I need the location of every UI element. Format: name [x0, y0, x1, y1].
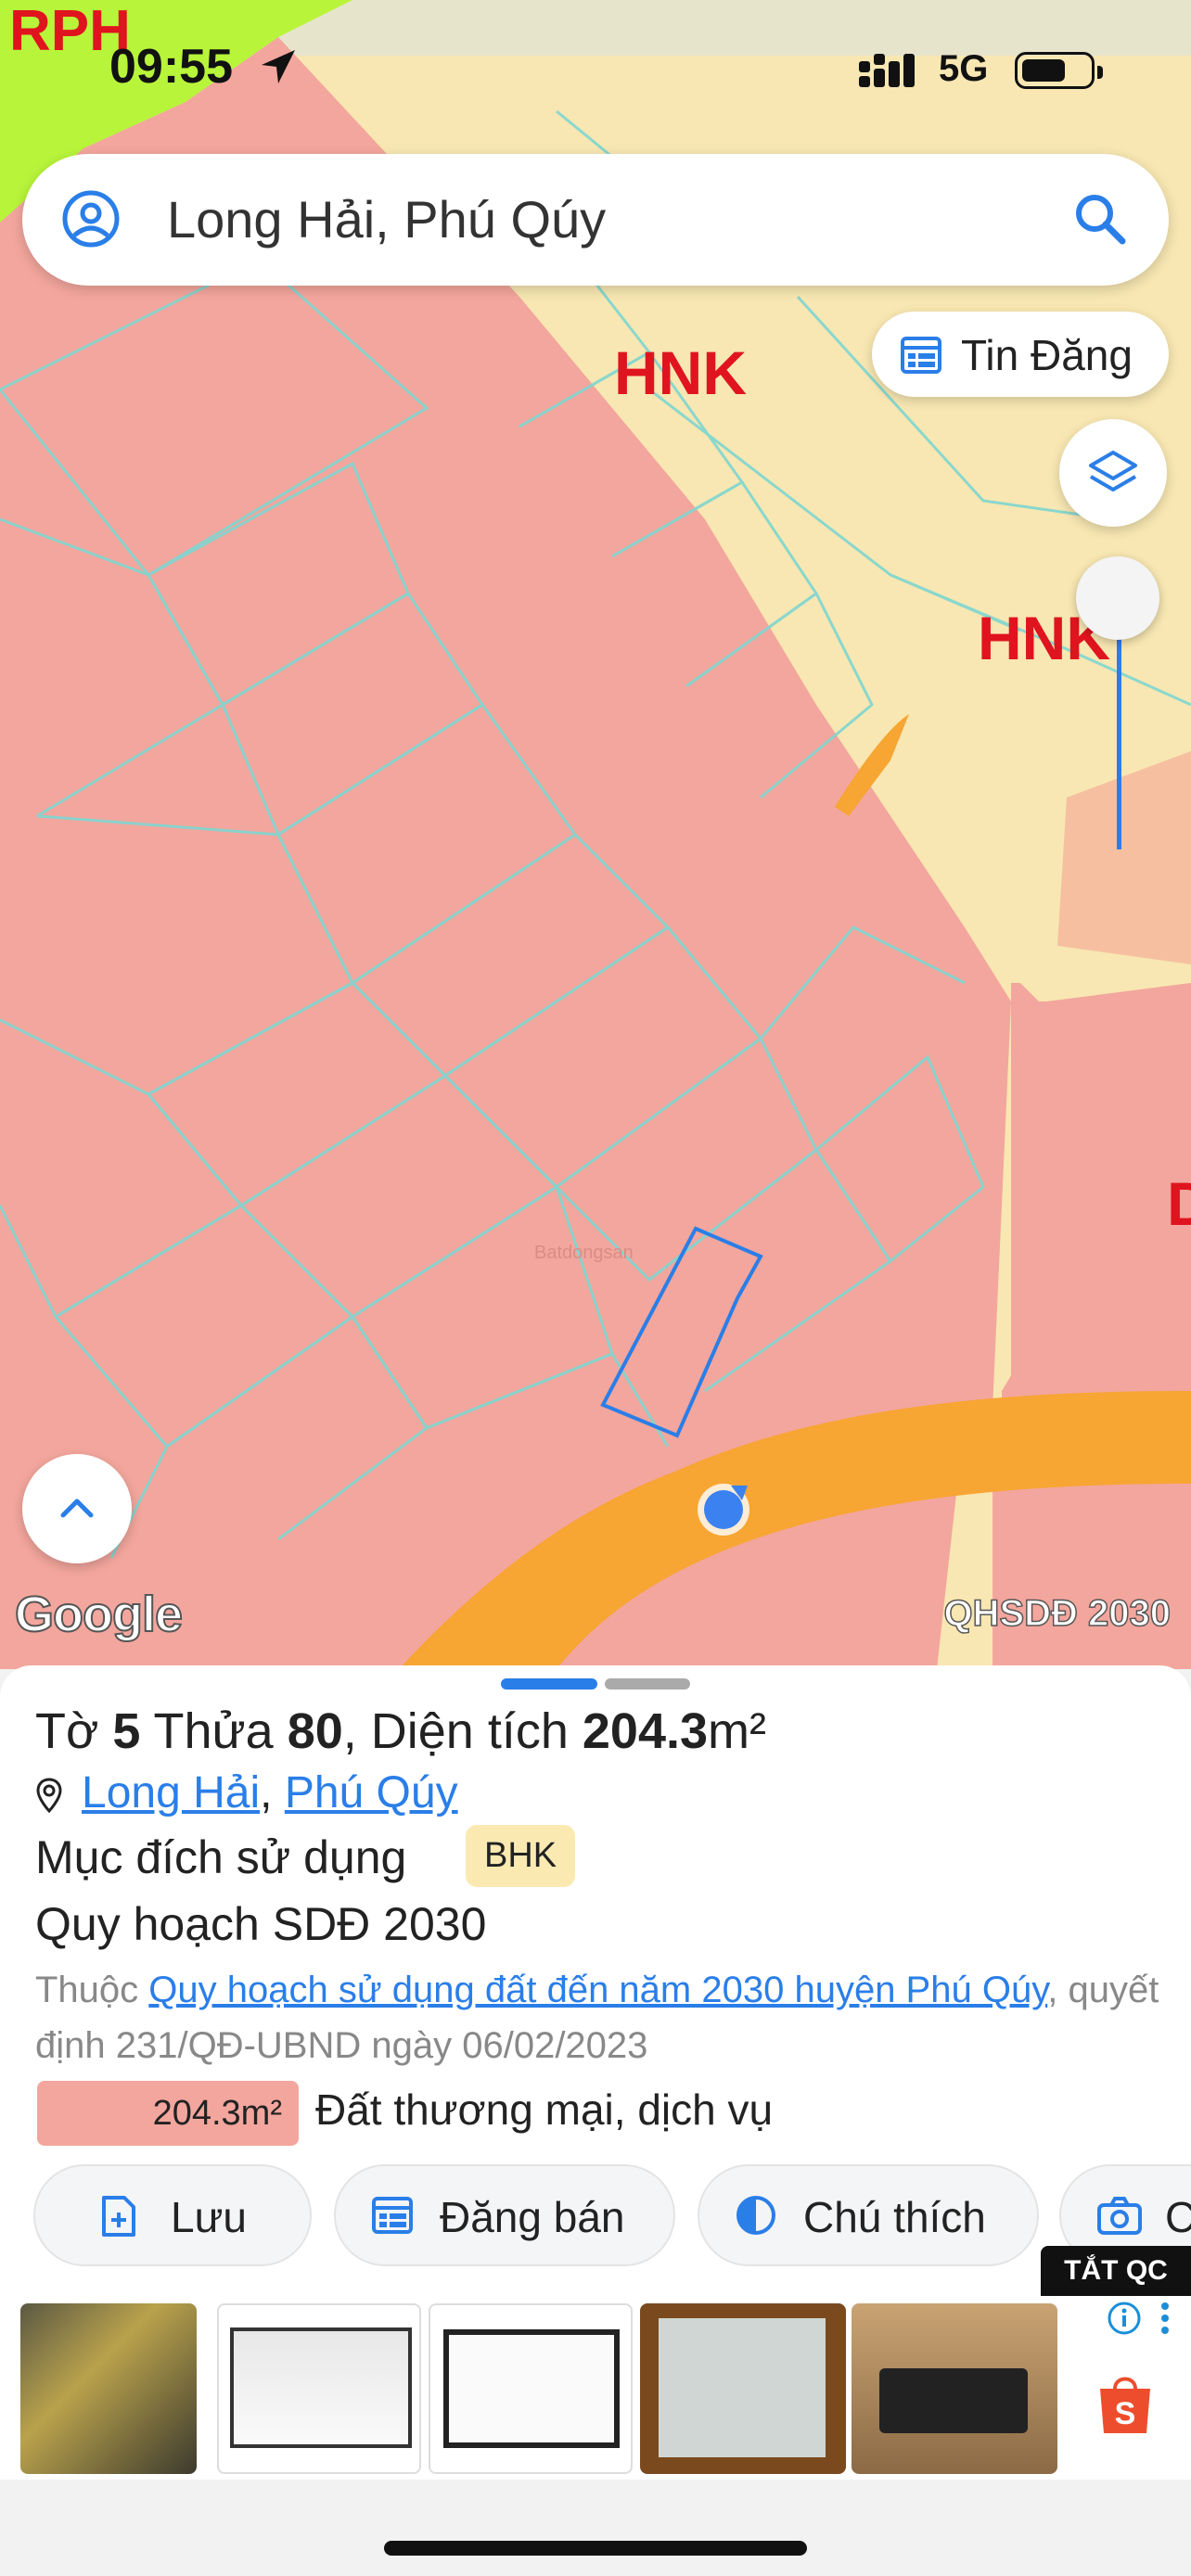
legend-label: Chú thích — [803, 2193, 986, 2241]
listings-button[interactable]: Tin Đăng — [872, 312, 1169, 397]
land-use-description: Đất thương mại, dịch vụ — [315, 2085, 774, 2134]
page-indicator-active[interactable] — [501, 1678, 597, 1690]
plan-description: Thuộc Quy hoạch sử dụng đất đến năm 2030… — [35, 1962, 1167, 2073]
info-icon[interactable] — [1106, 2300, 1143, 2337]
map-pin-icon — [36, 1778, 62, 1814]
layers-icon — [1089, 451, 1137, 491]
save-button[interactable]: Lưu — [33, 2164, 312, 2266]
save-label: Lưu — [171, 2193, 247, 2241]
ad-thumbnail[interactable] — [429, 2303, 633, 2474]
ad-thumbnail[interactable] — [217, 2303, 421, 2474]
opacity-slider-handle[interactable] — [1076, 556, 1159, 640]
area-label: , Diện tích — [342, 1703, 583, 1759]
ad-thumbnail[interactable] — [640, 2303, 846, 2474]
google-logo: Google — [14, 1586, 184, 1643]
action-row: Lưu Đăng bán Chú thích C — [0, 2164, 1191, 2268]
watermark: Batdongsan — [534, 1243, 634, 1263]
purpose-label: Mục đích sử dụng — [35, 1831, 407, 1883]
listings-label: Tin Đăng — [961, 331, 1133, 379]
location-line: Long Hải, Phú Qúy — [35, 1767, 458, 1818]
parcel-number: 80 — [287, 1703, 343, 1759]
area-value: 204.3 — [582, 1703, 709, 1759]
half-circle-icon — [736, 2196, 775, 2235]
expand-button[interactable] — [22, 1454, 132, 1563]
area-unit: m² — [708, 1703, 766, 1759]
ad-thumbnail[interactable] — [852, 2303, 1057, 2474]
battery-icon — [1015, 52, 1103, 89]
ward-link[interactable]: Long Hải — [82, 1768, 260, 1817]
signal-icon — [859, 54, 915, 87]
legend-button[interactable]: Chú thích — [698, 2164, 1039, 2266]
post-sale-label: Đăng bán — [440, 2193, 625, 2241]
purpose-badge: BHK — [466, 1825, 576, 1887]
user-icon[interactable] — [61, 189, 121, 249]
status-bar: 09:55 5G — [0, 0, 1191, 139]
ad-thumbnail[interactable] — [20, 2303, 197, 2474]
title-mid: Thửa — [140, 1703, 288, 1759]
chevron-up-icon — [60, 1498, 94, 1518]
overlay-label: QHSDĐ 2030 — [943, 1592, 1172, 1635]
swatch-area: 204.3m² — [152, 2094, 282, 2133]
search-icon[interactable] — [1070, 189, 1130, 249]
hide-ads-button[interactable]: TẮT QC — [1041, 2246, 1191, 2296]
zone-label-partial: D — [1167, 1169, 1191, 1238]
legend-swatch: 204.3m² — [37, 2081, 299, 2146]
network-type: 5G — [939, 48, 989, 89]
more-icon[interactable] — [1156, 2300, 1174, 2337]
home-indicator[interactable] — [384, 2541, 807, 2556]
location-arrow-icon — [262, 50, 295, 83]
desc-prefix: Thuộc — [35, 1970, 149, 2010]
svg-text:S: S — [1115, 2396, 1136, 2431]
shopee-icon[interactable]: S — [1095, 2370, 1156, 2437]
title-prefix: Tờ — [35, 1703, 113, 1759]
search-input[interactable]: Long Hải, Phú Qúy — [167, 189, 606, 249]
page-indicator[interactable] — [605, 1678, 690, 1690]
parcel-info-sheet: Tờ 5 Thửa 80, Diện tích 204.3m² Long Hải… — [0, 1665, 1191, 2296]
location-separator: , — [260, 1768, 285, 1817]
plan-link[interactable]: Quy hoạch sử dụng đất đến năm 2030 huyện… — [148, 1970, 1047, 2010]
sheet-number: 5 — [112, 1703, 141, 1759]
layers-button[interactable] — [1059, 419, 1167, 527]
parcel-title: Tờ 5 Thửa 80, Diện tích 204.3m² — [35, 1702, 766, 1760]
district-link[interactable]: Phú Qúy — [285, 1768, 458, 1817]
calendar-icon — [372, 2197, 413, 2234]
zone-label-hnk: HNK — [614, 338, 747, 407]
calendar-icon — [901, 337, 941, 374]
camera-icon — [1097, 2197, 1142, 2235]
plan-title: Quy hoạch SDĐ 2030 — [35, 1898, 487, 1950]
doc-plus-icon — [102, 2196, 135, 2237]
status-time: 09:55 — [109, 40, 233, 94]
post-sale-button[interactable]: Đăng bán — [334, 2164, 675, 2266]
search-bar[interactable]: Long Hải, Phú Qúy — [22, 154, 1169, 286]
camera-label: C — [1165, 2193, 1191, 2241]
